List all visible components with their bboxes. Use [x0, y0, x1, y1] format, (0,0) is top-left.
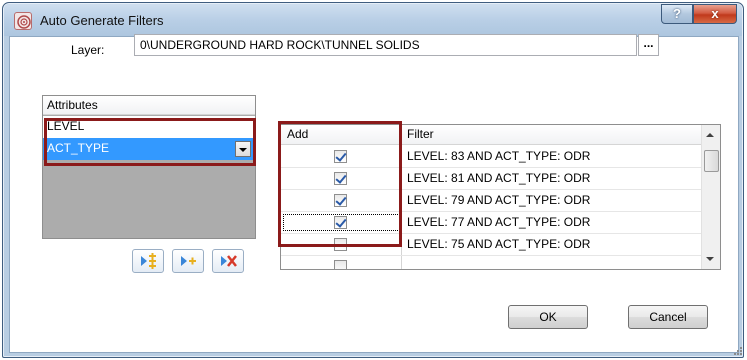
add-cell: [281, 146, 402, 167]
remove-icon: [221, 255, 237, 267]
ok-button[interactable]: OK: [508, 305, 588, 329]
filter-cell: LEVEL: 79 AND ACT_TYPE: ODR: [407, 193, 591, 207]
column-header-add[interactable]: Add: [281, 125, 402, 145]
grid-row[interactable]: LEVEL: 83 AND ACT_TYPE: ODR: [281, 146, 701, 168]
attributes-list[interactable]: Attributes LEVEL ACT_TYPE: [42, 95, 256, 239]
grid-row[interactable]: LEVEL: 81 AND ACT_TYPE: ODR: [281, 168, 701, 190]
window-title: Auto Generate Filters: [40, 13, 164, 28]
dropdown-arrow-icon[interactable]: [235, 141, 251, 157]
close-icon: x: [711, 6, 719, 21]
column-header-filter[interactable]: Filter: [403, 125, 701, 145]
add-cell: [281, 256, 402, 269]
filters-grid[interactable]: Add Filter LEVEL: 83 AND ACT_TYPE: ODR L…: [280, 124, 721, 270]
attributes-header: Attributes: [43, 96, 255, 115]
add-checkbox[interactable]: [334, 194, 347, 207]
add-cell: [281, 168, 402, 189]
attribute-label: LEVEL: [47, 119, 85, 133]
add-selected-button[interactable]: [172, 249, 204, 273]
scroll-thumb[interactable]: [704, 150, 719, 172]
remove-button[interactable]: [212, 249, 244, 273]
close-button[interactable]: x: [693, 4, 737, 24]
ellipsis-icon: ...: [643, 36, 654, 50]
grid-row[interactable]: [281, 256, 701, 269]
scroll-up-icon[interactable]: [706, 133, 714, 137]
app-icon: [14, 12, 32, 30]
add-cell: [281, 212, 402, 233]
title-bar[interactable]: Auto Generate Filters: [4, 4, 742, 36]
filter-cell: [403, 256, 701, 269]
add-checkbox[interactable]: [334, 150, 347, 163]
filter-cell: LEVEL: 83 AND ACT_TYPE: ODR: [407, 149, 591, 163]
filter-cell: LEVEL: 75 AND ACT_TYPE: ODR: [407, 237, 591, 251]
add-checkbox[interactable]: [334, 216, 347, 229]
add-cell: [281, 190, 402, 211]
grid-row[interactable]: LEVEL: 77 AND ACT_TYPE: ODR: [281, 212, 701, 234]
add-checkbox[interactable]: [334, 238, 347, 251]
scroll-down-icon[interactable]: [706, 257, 714, 261]
cancel-button[interactable]: Cancel: [628, 305, 708, 329]
attribute-item-level[interactable]: LEVEL: [43, 116, 255, 138]
grid-row[interactable]: LEVEL: 79 AND ACT_TYPE: ODR: [281, 190, 701, 212]
filter-cell: LEVEL: 77 AND ACT_TYPE: ODR: [407, 215, 591, 229]
browse-button[interactable]: ...: [638, 34, 659, 56]
attribute-label: ACT_TYPE: [47, 141, 110, 155]
add-checkbox[interactable]: [334, 260, 347, 269]
add-all-button[interactable]: [132, 249, 164, 273]
add-selected-icon: [181, 256, 196, 266]
grid-row[interactable]: LEVEL: 75 AND ACT_TYPE: ODR: [281, 234, 701, 256]
help-icon: ?: [673, 6, 681, 21]
help-button[interactable]: ?: [661, 4, 693, 24]
grid-header: Add Filter: [281, 125, 701, 145]
add-cell: [281, 234, 402, 255]
add-all-icon: [141, 253, 156, 269]
resize-grip-icon[interactable]: [733, 346, 743, 356]
layer-label: Layer:: [71, 43, 105, 57]
vertical-scrollbar[interactable]: [701, 125, 720, 269]
layer-field[interactable]: 0\UNDERGROUND HARD ROCK\TUNNEL SOLIDS: [134, 34, 637, 56]
filter-cell: LEVEL: 81 AND ACT_TYPE: ODR: [407, 171, 591, 185]
attribute-item-act-type[interactable]: ACT_TYPE: [43, 138, 255, 160]
add-checkbox[interactable]: [334, 172, 347, 185]
